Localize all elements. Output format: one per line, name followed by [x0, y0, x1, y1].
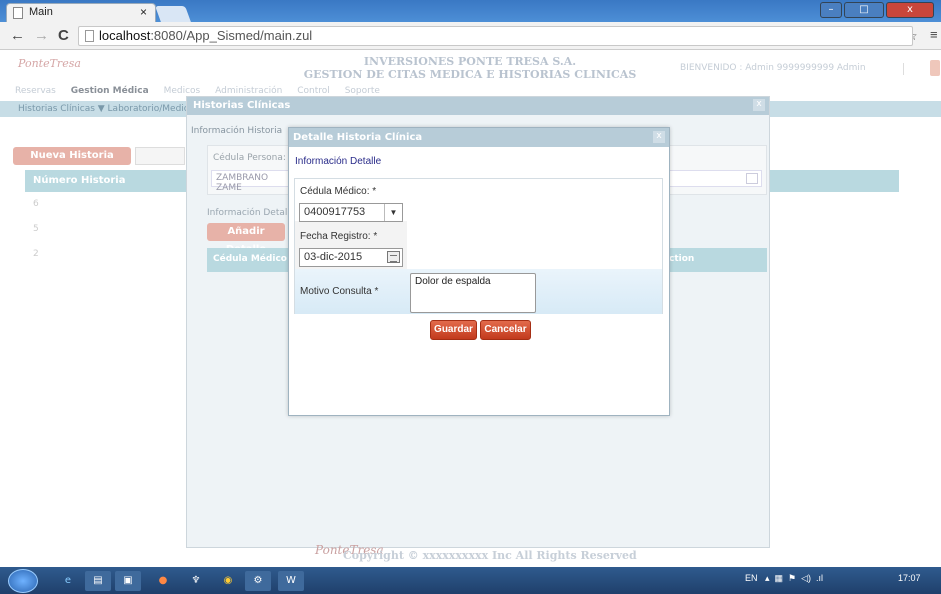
motivo-consulta-textarea[interactable]: Dolor de espalda: [410, 273, 536, 313]
menu-administracion[interactable]: Administración: [215, 86, 282, 96]
detalle-close-icon[interactable]: x: [653, 131, 665, 143]
cedula-medico-label: Cédula Médico: *: [300, 186, 377, 197]
motivo-consulta-label: Motivo Consulta *: [300, 286, 379, 297]
grid-header-numero: Número Historia: [33, 175, 126, 186]
logout-button[interactable]: [930, 60, 940, 76]
table-row[interactable]: 6: [33, 199, 39, 209]
table-row[interactable]: 2: [33, 249, 39, 259]
explorer-icon[interactable]: ▤: [85, 571, 111, 591]
app-logo: PonteTresa: [18, 57, 81, 70]
reload-icon[interactable]: C: [58, 27, 69, 44]
history-search-input[interactable]: [135, 147, 185, 165]
fecha-registro-input[interactable]: 03-dic-2015: [299, 248, 403, 267]
forward-icon[interactable]: →: [34, 27, 49, 44]
language-indicator[interactable]: EN: [745, 573, 758, 583]
tab-title: Main: [29, 6, 53, 18]
app-title-line1: INVERSIONES PONTE TRESA S.A.: [363, 55, 577, 68]
fecha-registro-value: 03-dic-2015: [304, 251, 363, 263]
historia-detail-label: Información Detalle: [207, 208, 296, 218]
page-icon: [85, 30, 94, 42]
app-header-title: INVERSIONES PONTE TRESA S.A. GESTION DE …: [240, 55, 700, 81]
cedula-persona-label: Cédula Persona: *: [213, 153, 294, 163]
cedula-medico-select[interactable]: 0400917753 ▼: [299, 203, 403, 222]
menu-control[interactable]: Control: [297, 86, 330, 96]
browser-tab[interactable]: Main ×: [6, 3, 156, 22]
historia-info-label: Información Historia: [191, 126, 283, 136]
app-title-line2: GESTION DE CITAS MEDICA E HISTORIAS CLIN…: [303, 68, 637, 81]
historia-window-title: Historias Clínicas: [187, 97, 769, 115]
historia-close-icon[interactable]: x: [753, 99, 765, 111]
fecha-registro-label: Fecha Registro: *: [300, 231, 378, 242]
app-icon[interactable]: ▣: [115, 571, 141, 591]
calendar-icon[interactable]: [746, 173, 758, 184]
minimize-button[interactable]: –: [820, 2, 842, 18]
word-icon[interactable]: W: [278, 571, 304, 591]
clock[interactable]: 17:07: [898, 573, 921, 583]
grid-col-action: ction: [669, 254, 695, 264]
detalle-section-label: Información Detalle: [295, 156, 382, 167]
new-history-button[interactable]: Nueva Historia Clínica: [13, 147, 131, 179]
maximize-button[interactable]: □: [844, 2, 884, 18]
tool-icon[interactable]: ♆: [183, 571, 209, 591]
system-tray: EN ▴ ▦ ⚑ ◁) .ıl: [745, 573, 823, 584]
page-icon: [13, 7, 23, 19]
url-input[interactable]: localhost:8080/App_Sismed/main.zul: [78, 26, 913, 46]
url-path: :8080/App_Sismed/main.zul: [150, 28, 313, 43]
tab-close-icon[interactable]: ×: [140, 5, 147, 19]
menu-reservas[interactable]: Reservas: [15, 86, 56, 96]
welcome-text: BIENVENIDO : Admin 9999999999 Admin: [680, 63, 866, 73]
tray-icons[interactable]: ▴ ▦ ⚑ ◁) .ıl: [760, 573, 823, 583]
url-host: localhost: [99, 28, 151, 43]
firefox-icon[interactable]: ●: [150, 571, 176, 591]
chevron-down-icon[interactable]: ▼: [384, 204, 402, 221]
detalle-modal-title: Detalle Historia Clínica: [289, 128, 669, 147]
calendar-icon[interactable]: [387, 251, 400, 263]
cancel-button[interactable]: Cancelar: [480, 320, 531, 340]
start-button[interactable]: [8, 569, 38, 593]
cedula-medico-value: 0400917753: [304, 206, 366, 218]
back-icon[interactable]: ←: [10, 27, 25, 44]
header-divider: [903, 63, 904, 75]
table-row[interactable]: 5: [33, 224, 39, 234]
chrome-icon[interactable]: ◉: [215, 571, 241, 591]
ie-icon[interactable]: e: [55, 571, 81, 591]
menu-gestion-medica[interactable]: Gestion Médica: [71, 86, 149, 96]
settings-icon[interactable]: ⚙: [245, 571, 271, 591]
footer-logo: PonteTresa: [315, 543, 384, 557]
menu-icon[interactable]: ≡: [930, 27, 938, 42]
add-detail-button[interactable]: Añadir Detalle: [207, 223, 285, 255]
menu-soporte[interactable]: Soporte: [345, 86, 380, 96]
close-window-button[interactable]: x: [886, 2, 934, 18]
grid-col-cedula-medico: Cédula Médico: [213, 254, 287, 264]
save-button[interactable]: Guardar: [430, 320, 477, 340]
menu-medicos[interactable]: Medicos: [164, 86, 201, 96]
new-tab-button[interactable]: [155, 6, 191, 22]
footer-copyright: Copyright © xxxxxxxxxx Inc All Rights Re…: [343, 549, 637, 562]
app-footer: PonteTresa Copyright © xxxxxxxxxx Inc Al…: [300, 543, 720, 567]
